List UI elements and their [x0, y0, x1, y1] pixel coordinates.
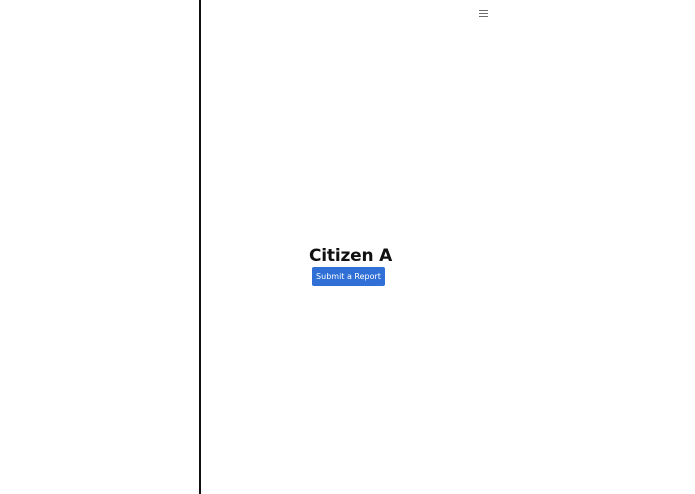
app-page: Citizen A Submit a Report — [0, 0, 695, 494]
vertical-divider — [199, 0, 201, 494]
submit-report-button[interactable]: Submit a Report — [312, 267, 385, 286]
menu-line-middle — [479, 13, 488, 14]
hamburger-menu-icon[interactable] — [479, 9, 488, 17]
left-sidebar-panel — [0, 0, 199, 494]
menu-line-top — [479, 10, 488, 11]
page-title: Citizen A — [309, 246, 393, 267]
menu-line-bottom — [479, 16, 488, 17]
